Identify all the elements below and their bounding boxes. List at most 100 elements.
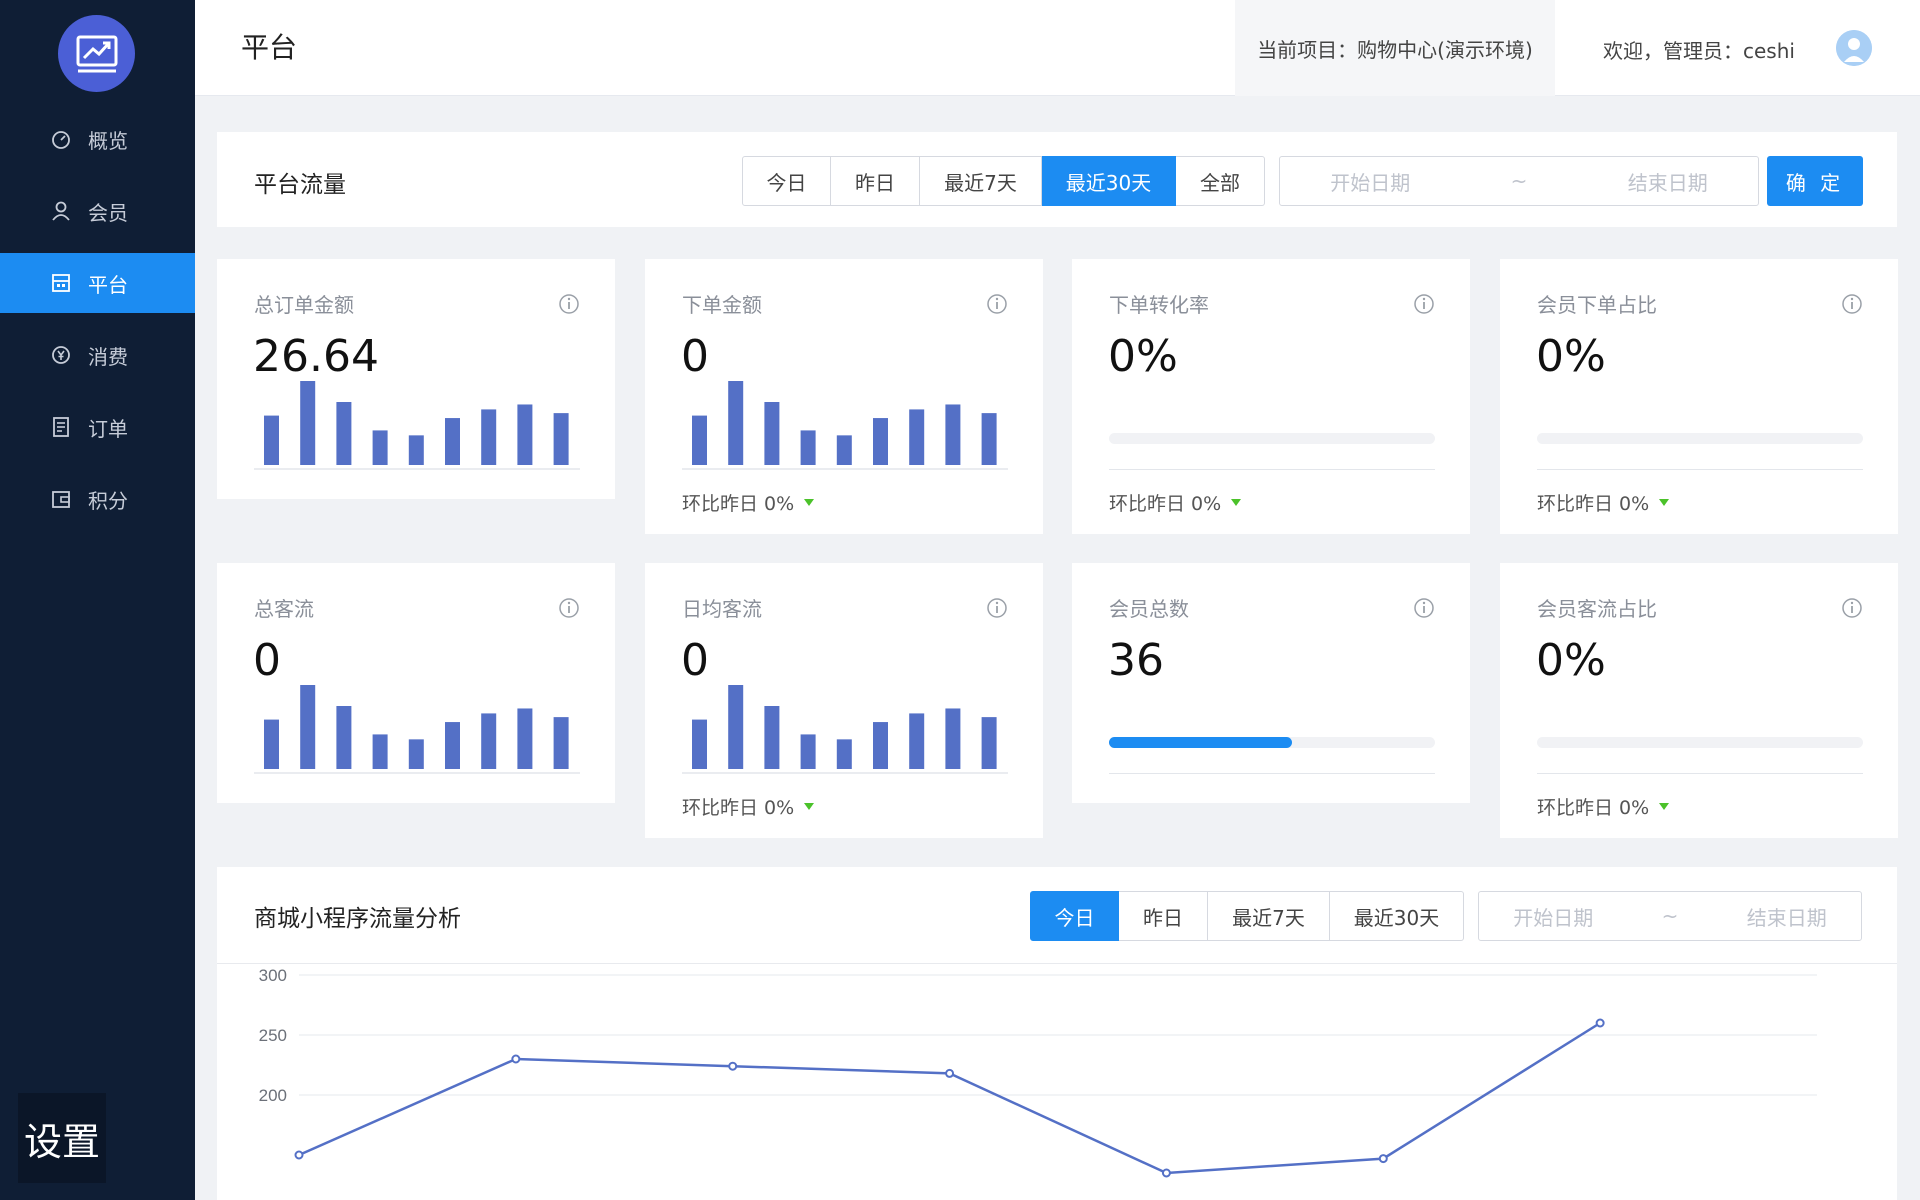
metric-card: 会员下单占比 0% 环比昨日 0% [1500,259,1898,534]
metric-card: 总客流 0 [217,563,615,803]
logo[interactable] [58,15,135,92]
mini-bar [336,402,352,465]
info-icon[interactable] [986,597,1008,619]
metric-card: 日均客流 0 环比昨日 0% [645,563,1043,838]
range-tab-4[interactable]: 全部 [1176,156,1265,206]
sidebar-item-label: 平台 [88,272,128,297]
range-tab-2[interactable]: 最近7天 [920,156,1042,206]
metric-value: 0 [681,635,709,686]
date-range-picker[interactable]: 开始日期 ~ 结束日期 [1279,156,1759,206]
caret-down-icon [804,499,815,506]
divider [1109,773,1435,774]
range-tab-0[interactable]: 今日 [742,156,831,206]
data-point[interactable] [1595,1018,1605,1028]
avatar[interactable] [1836,30,1872,66]
data-point[interactable] [945,1068,955,1078]
start-date-input[interactable]: 开始日期 [1513,902,1593,931]
sidebar-item-label: 消费 [88,344,128,369]
building-icon [50,272,72,294]
info-icon[interactable] [558,597,580,619]
mini-bar [408,435,424,465]
mini-bar [981,413,997,465]
mini-bar [909,713,925,769]
range-tab-3[interactable]: 最近30天 [1330,891,1464,941]
wallet-icon [50,488,72,510]
range-tab-1[interactable]: 昨日 [831,156,920,206]
range-tab-3[interactable]: 最近30天 [1042,156,1176,206]
info-icon[interactable] [1841,293,1863,315]
user-avatar-icon [1836,30,1872,66]
mini-bar [764,402,780,465]
data-point[interactable] [1378,1154,1388,1164]
mini-bar [728,685,744,769]
range-tab-0[interactable]: 今日 [1030,891,1119,941]
page-title: 平台 [241,31,298,64]
metric-value: 0% [1536,331,1606,382]
compare-row: 环比昨日 0% [682,793,815,820]
metric-card: 会员总数 36 [1072,563,1470,803]
info-icon[interactable] [986,293,1008,315]
start-date-input[interactable]: 开始日期 [1330,167,1410,196]
progress-bar [1109,433,1435,444]
compare-row: 环比昨日 0% [1537,793,1670,820]
mini-bar [692,415,707,465]
data-point[interactable] [728,1061,738,1071]
mini-bar [517,708,533,769]
info-icon[interactable] [558,293,580,315]
range-tab-1[interactable]: 昨日 [1119,891,1208,941]
panel-title: 商城小程序流量分析 [254,906,461,932]
confirm-button[interactable]: 确 定 [1767,156,1863,206]
mini-bar [445,722,460,769]
metric-value: 36 [1108,635,1164,686]
divider [1109,469,1435,470]
metric-card: 会员客流占比 0% 环比昨日 0% [1500,563,1898,838]
mini-bar [553,717,569,769]
sidebar-item-0[interactable]: 概览 [0,109,195,169]
mini-bar [445,418,460,465]
date-range-tabs: 今日 昨日 最近7天 最近30天 [1030,891,1464,941]
sidebar-item-3[interactable]: 消费 [0,325,195,385]
data-point[interactable] [1161,1168,1171,1178]
sidebar-item-1[interactable]: 会员 [0,181,195,241]
sidebar-item-2[interactable]: 平台 [0,253,195,313]
mini-bar [517,404,533,465]
platform-traffic-panel: 平台流量 今日 昨日 最近7天 最近30天 全部 开始日期 ~ 结束日期 确 定 [217,132,1897,227]
current-project-label: 当前项目：购物中心(演示环境) [1257,37,1533,62]
progress-fill [1109,737,1292,748]
info-icon[interactable] [1841,597,1863,619]
mini-bar [945,404,961,465]
metric-card: 下单转化率 0% 环比昨日 0% [1072,259,1470,534]
compare-row: 环比昨日 0% [682,489,815,516]
sidebar-item-4[interactable]: 订单 [0,397,195,457]
dashboard-icon [50,128,72,150]
data-point[interactable] [294,1150,304,1160]
mini-bar [836,739,852,769]
mini-bar [300,381,316,465]
end-date-input[interactable]: 结束日期 [1628,167,1708,196]
divider [1537,469,1863,470]
info-icon[interactable] [1413,293,1435,315]
compare-text: 环比昨日 0% [682,797,795,819]
date-range-picker[interactable]: 开始日期 ~ 结束日期 [1478,891,1862,941]
metric-card: 下单金额 0 环比昨日 0% [645,259,1043,534]
info-icon[interactable] [1413,597,1435,619]
data-point[interactable] [511,1054,521,1064]
metric-label: 下单金额 [682,293,762,317]
compare-text: 环比昨日 0% [1109,493,1222,515]
welcome-text: 欢迎，管理员：ceshi [1603,39,1795,63]
current-project[interactable]: 当前项目：购物中心(演示环境) [1235,0,1555,96]
settings-button[interactable]: 设置 [18,1093,106,1183]
sidebar-item-label: 积分 [88,488,128,513]
sidebar-item-5[interactable]: 积分 [0,469,195,529]
mini-bar [553,413,569,465]
mini-bar [728,381,744,465]
metric-card: 总订单金额 26.64 [217,259,615,499]
range-tab-2[interactable]: 最近7天 [1208,891,1330,941]
sidebar-item-label: 概览 [88,128,128,153]
mini-bar [264,719,279,769]
mini-bar [408,739,424,769]
metric-value: 26.64 [253,331,379,382]
end-date-input[interactable]: 结束日期 [1747,902,1827,931]
top-header: 平台 当前项目：购物中心(演示环境) 欢迎，管理员：ceshi [195,0,1920,96]
metric-label: 会员客流占比 [1537,597,1657,621]
